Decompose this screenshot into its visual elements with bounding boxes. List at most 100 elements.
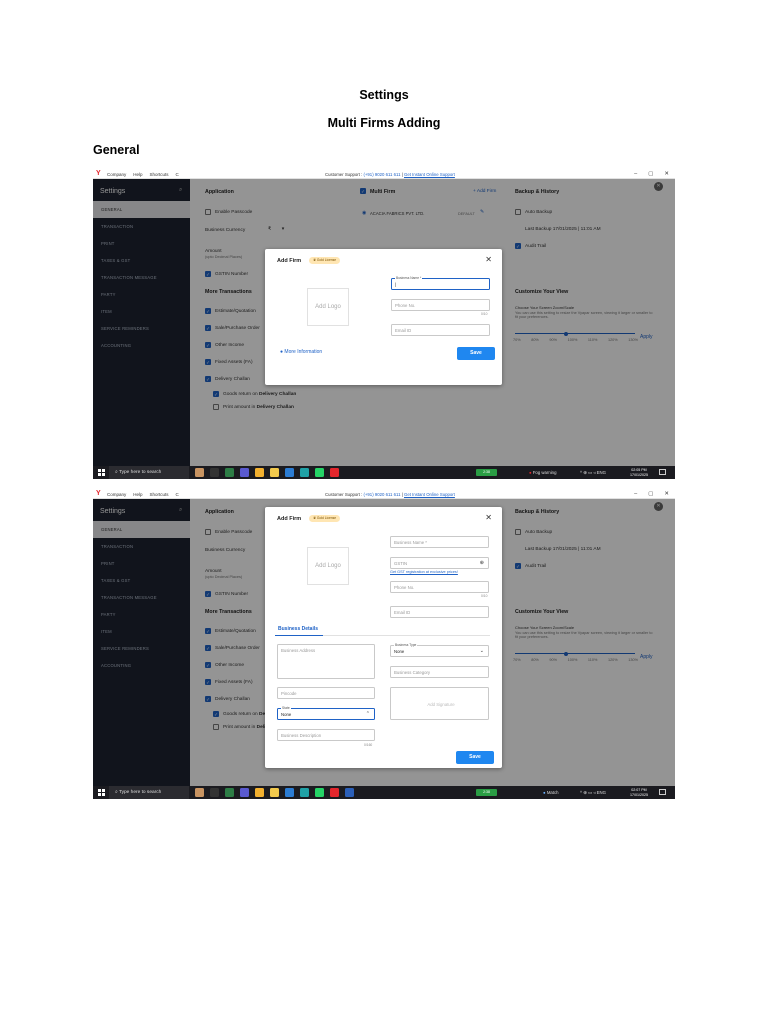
maximize-icon[interactable]: ▢ [648, 491, 653, 497]
menu-company[interactable]: Company [107, 172, 126, 177]
add-firm-modal: Add Firm ♛ Gold License ✕ Add Logo Busin… [265, 507, 502, 768]
gstin-field[interactable]: GSTIN ⊕ [390, 557, 489, 569]
windows-start-icon[interactable] [98, 469, 105, 476]
document-subtitle: Multi Firms Adding [327, 116, 441, 130]
business-name-field[interactable]: Business Name * | [391, 276, 490, 290]
window-controls: – ▢ ✕ [634, 171, 669, 177]
whatsapp-icon[interactable] [315, 788, 324, 797]
add-signature-box[interactable]: Add Signature [390, 687, 489, 720]
business-type-select[interactable]: Business Type None ⌄ [390, 643, 489, 657]
windows-taskbar: ⌕ Type here to search 2:38 ● Fog warning… [93, 466, 675, 479]
app-menu: Company Help Shortcuts C [107, 492, 179, 497]
refresh-icon[interactable]: C [176, 172, 179, 177]
app-green-icon[interactable] [225, 788, 234, 797]
weather-widget[interactable]: ● Match [543, 786, 559, 799]
tab-business-details[interactable]: Business Details [278, 626, 318, 632]
windows-start-icon[interactable] [98, 789, 105, 796]
task-view-icon[interactable] [210, 468, 219, 477]
screenshot-2: Y Company Help Shortcuts C Customer Supp… [93, 489, 675, 799]
more-information-link[interactable]: ● More Information [280, 349, 322, 355]
email-field[interactable]: Email ID [391, 324, 490, 336]
app-green-icon[interactable] [225, 468, 234, 477]
support-separator: | [401, 171, 403, 177]
close-icon[interactable]: ✕ [485, 255, 492, 264]
notification-icon[interactable] [659, 789, 666, 795]
modal-title: Add Firm [277, 258, 302, 264]
description-char-count: 0/160 [364, 743, 373, 747]
chevron-up-icon: ⌃ [365, 711, 370, 717]
app-title-bar: Y Company Help Shortcuts C Customer Supp… [93, 169, 675, 179]
close-icon[interactable]: ✕ [664, 171, 669, 177]
gst-registration-link[interactable]: Get GST registration at exclusive prices… [390, 570, 458, 574]
support-phone[interactable]: (+91) 9020 611 611 [363, 172, 400, 177]
teams-icon[interactable] [240, 788, 249, 797]
menu-help[interactable]: Help [133, 172, 142, 177]
gold-license-badge: ♛ Gold License [309, 515, 341, 522]
menu-help[interactable]: Help [133, 492, 142, 497]
taskbar-clock[interactable]: 02:05 PM 17/01/2025 [630, 468, 648, 477]
gstin-info-icon[interactable]: ⊕ [480, 558, 484, 569]
chrome-icon[interactable] [255, 788, 264, 797]
edge-icon[interactable] [300, 468, 309, 477]
maximize-icon[interactable]: ▢ [648, 171, 653, 177]
word-icon[interactable] [345, 788, 354, 797]
business-name-field[interactable]: Business Name * [390, 536, 489, 548]
edge-icon[interactable] [300, 788, 309, 797]
weather-widget[interactable]: ● Fog warning [529, 466, 556, 479]
modal-title: Add Firm [277, 516, 302, 522]
refresh-icon[interactable]: C [176, 492, 179, 497]
menu-shortcuts[interactable]: Shortcuts [150, 492, 169, 497]
menu-shortcuts[interactable]: Shortcuts [150, 172, 169, 177]
taskbar-search[interactable]: ⌕ Type here to search [109, 786, 189, 799]
whatsapp-icon[interactable] [315, 468, 324, 477]
save-button[interactable]: Save [457, 347, 495, 360]
app-logo: Y [96, 170, 101, 177]
taskbar-search[interactable]: ⌕ Type here to search [109, 466, 189, 479]
close-icon[interactable]: ✕ [664, 491, 669, 497]
vyapar-icon[interactable] [330, 788, 339, 797]
customer-support: Customer Support : (+91) 9020 611 611 | … [325, 492, 455, 497]
task-view-icon[interactable] [210, 788, 219, 797]
person-app-icon[interactable] [195, 468, 204, 477]
gold-license-badge: ♛ Gold License [309, 257, 341, 264]
windows-taskbar: ⌕ Type here to search 2:38 ● Match ^ ⊕ ▭… [93, 786, 675, 799]
customer-support: Customer Support : (+91) 9020 611 611 | … [325, 172, 455, 177]
add-logo-box[interactable]: Add Logo [307, 288, 349, 326]
outlook-icon[interactable] [285, 788, 294, 797]
taskbar-apps [195, 468, 339, 477]
pincode-field[interactable]: Pincode [277, 687, 375, 699]
vyapar-icon[interactable] [330, 468, 339, 477]
phone-field[interactable]: Phone No. [390, 581, 489, 593]
chevron-down-icon: ⌄ [479, 648, 484, 654]
add-logo-box[interactable]: Add Logo [307, 547, 349, 585]
close-icon[interactable]: ✕ [485, 513, 492, 522]
support-link[interactable]: Get Instant Online Support [404, 172, 455, 177]
system-tray[interactable]: ^ ⊕ ▭ ◃ ENG [580, 466, 606, 479]
app-logo: Y [96, 490, 101, 497]
minimize-icon[interactable]: – [634, 171, 637, 177]
state-select[interactable]: State None ⌃ [277, 706, 375, 720]
notification-icon[interactable] [659, 469, 666, 475]
phone-field[interactable]: Phone No. [391, 299, 490, 311]
chrome-icon[interactable] [255, 468, 264, 477]
system-tray[interactable]: ^ ⊕ ▭ ◃ ENG [580, 786, 606, 799]
phone-char-count: 0/10 [481, 312, 488, 316]
support-label: Customer Support : [325, 491, 363, 497]
window-controls: – ▢ ✕ [634, 491, 669, 497]
taskbar-clock[interactable]: 02:07 PM 17/01/2025 [630, 788, 648, 797]
person-app-icon[interactable] [195, 788, 204, 797]
support-phone[interactable]: (+91) 9020 611 611 [363, 492, 400, 497]
teams-icon[interactable] [240, 468, 249, 477]
business-description-field[interactable]: Business Description [277, 729, 375, 741]
business-category-field[interactable]: Business Category [390, 666, 489, 678]
minimize-icon[interactable]: – [634, 491, 637, 497]
email-field[interactable]: Email ID [390, 606, 489, 618]
file-explorer-icon[interactable] [270, 788, 279, 797]
save-button[interactable]: Save [456, 751, 494, 764]
add-firm-modal: Add Firm ♛ Gold License ✕ Add Logo Busin… [265, 249, 502, 385]
menu-company[interactable]: Company [107, 492, 126, 497]
business-address-field[interactable]: Business Address [277, 644, 375, 679]
file-explorer-icon[interactable] [270, 468, 279, 477]
outlook-icon[interactable] [285, 468, 294, 477]
support-link[interactable]: Get Instant Online Support [404, 492, 455, 497]
